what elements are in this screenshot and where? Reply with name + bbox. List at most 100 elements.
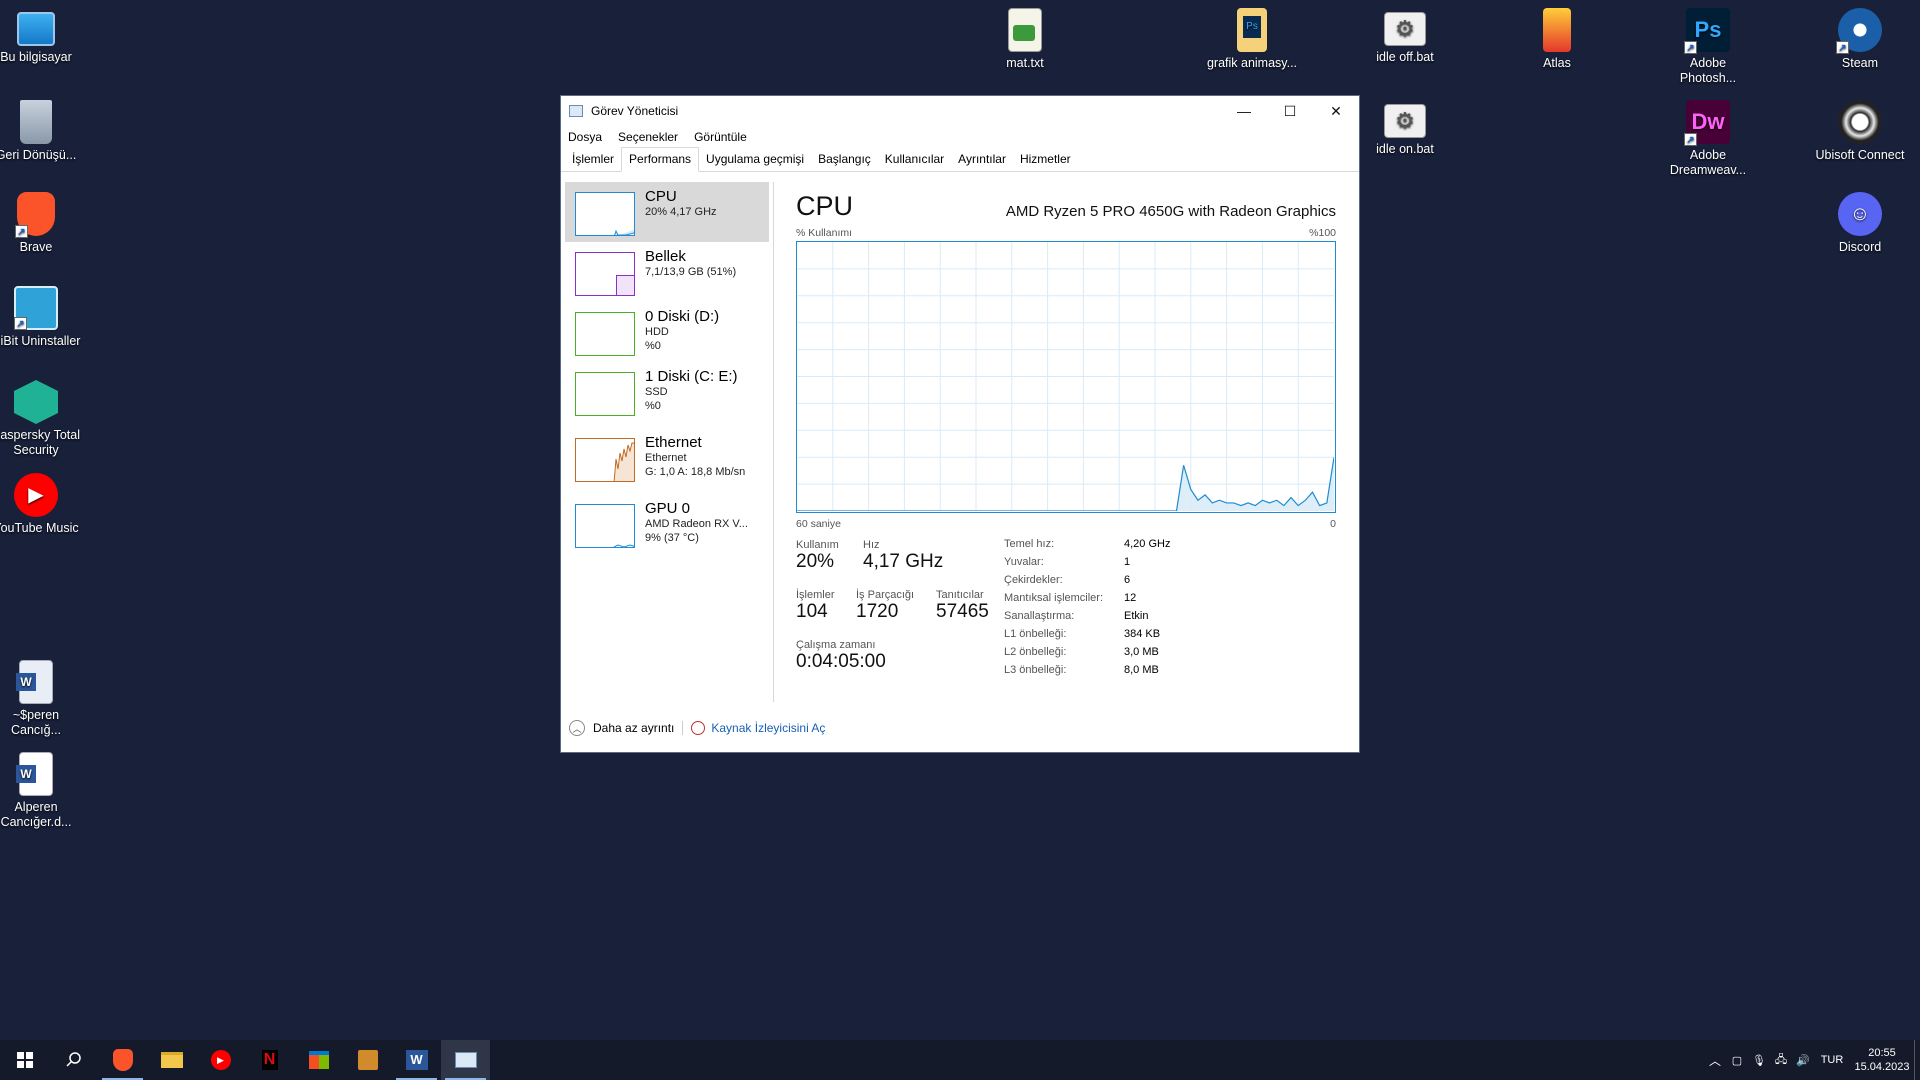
chevron-up-icon[interactable]: ︿ [1704,1052,1726,1069]
sidebar-memory-detail: 7,1/13,9 GB (51%) [645,266,737,278]
tab-app-history[interactable]: Uygulama geçmişi [699,148,811,171]
clock-date: 15.04.2023 [1854,1061,1910,1073]
tab-details[interactable]: Ayrıntılar [951,148,1013,171]
language-indicator[interactable]: TUR [1814,1054,1850,1066]
desktop-icon-discord[interactable]: ☺ Discord [1814,192,1906,255]
stat-speed-label: Hız [863,539,880,551]
ethernet-thumbnail-graph [575,438,635,482]
network-icon[interactable]: 🖧 [1770,1051,1792,1070]
usage-max-label: %100 [1309,227,1336,239]
menu-view[interactable]: Görüntüle [694,130,747,144]
sidebar-item-memory[interactable]: Bellek 7,1/13,9 GB (51%) [565,242,769,302]
photoshop-icon: Ps ↗ [1684,8,1730,54]
stat-threads-value: 1720 [856,601,899,622]
desktop-icon-mat-txt[interactable]: mat.txt [979,8,1071,71]
discord-icon: ☺ [1838,192,1882,236]
taskbar-store[interactable] [294,1040,343,1080]
desktop-icon-brave[interactable]: ↗ Brave [0,192,82,255]
footer-divider [682,721,684,735]
taskbar-word[interactable]: W [392,1040,441,1080]
taskbar-counter-strike[interactable] [343,1040,392,1080]
gpu-thumbnail-line [613,544,634,547]
sidebar-memory-name: Bellek [645,248,686,265]
prop-l3-label: L3 önbelleği: [1004,664,1067,676]
show-desktop-button[interactable] [1914,1040,1920,1080]
stat-processes-value: 104 [796,601,828,622]
chevron-up-icon[interactable]: ︿ [569,720,585,736]
word-document-icon: W [16,660,53,704]
prop-logical-value: 12 [1124,592,1137,604]
brave-icon [112,1049,133,1071]
start-button[interactable] [0,1040,49,1080]
taskbar-youtube-music[interactable]: ▶ [196,1040,245,1080]
disk1-thumbnail-graph [575,372,635,416]
search-button[interactable] [49,1040,98,1080]
stat-usage-value: 20% [796,551,835,572]
desktop-icon-word-temp[interactable]: W ~$peren Cancığ... [0,660,82,738]
cpu-properties: Temel hız: 4,20 GHz Yuvalar: 1 Çekirdekler… [1004,538,1304,682]
desktop-icon-recycle-bin[interactable]: Geri Dönüşü... [0,100,82,163]
stat-threads-label: İş Parçacığı [856,589,915,601]
task-manager-window[interactable]: Görev Yöneticisi — ☐ ✕ Dosya Seçenekler … [560,95,1360,753]
desktop-icon-this-pc[interactable]: Bu bilgisayar [0,8,82,65]
stat-uptime-label: Çalışma zamanı [796,639,876,651]
minimize-button[interactable]: — [1221,96,1267,126]
desktop-icon-kaspersky[interactable]: Kaspersky Total Security [0,380,82,458]
desktop-icon-steam[interactable]: ↗ Steam [1814,8,1906,71]
disk0-thumbnail-graph [575,312,635,356]
tab-startup[interactable]: Başlangıç [811,148,878,171]
desktop-icon-dreamweaver[interactable]: Dw ↗ Adobe Dreamweav... [1662,100,1754,178]
tab-performance[interactable]: Performans [621,147,700,172]
desktop-icon-idle-off[interactable]: ⚙ idle off.bat [1359,8,1451,65]
sidebar-gpu-usage: 9% (37 °C) [645,532,699,544]
desktop-icon-atlas[interactable]: Atlas [1511,8,1603,71]
taskbar-brave[interactable] [98,1040,147,1080]
menu-options[interactable]: Seçenekler [618,130,678,144]
word-icon: W [405,1050,428,1070]
taskbar-task-manager[interactable] [441,1040,490,1080]
sidebar-item-disk0[interactable]: 0 Diski (D:) HDD %0 [565,302,769,362]
tab-services[interactable]: Hizmetler [1013,148,1078,171]
ethernet-thumbnail-line [613,442,634,481]
desktop-icon-grafik[interactable]: Ps grafik animasy... [1206,8,1298,71]
close-button[interactable]: ✕ [1313,96,1359,126]
sidebar-item-disk1[interactable]: 1 Diski (C: E:) SSD %0 [565,362,769,428]
desktop-icon-word-doc[interactable]: W Alperen Cancığer.d... [0,752,82,830]
stat-handles-value: 57465 [936,601,989,622]
desktop-icon-label: Adobe Dreamweav... [1669,148,1747,177]
desktop-icon-label: idle on.bat [1376,142,1434,156]
taskbar-file-explorer[interactable] [147,1040,196,1080]
sidebar-item-gpu[interactable]: GPU 0 AMD Radeon RX V... 9% (37 °C) [565,494,769,554]
stat-usage: Kullanım 20% [796,539,839,573]
desktop-icon-hibit[interactable]: ↗ HiBit Uninstaller [0,286,82,349]
open-resource-monitor-link[interactable]: Kaynak İzleyicisini Aç [711,721,825,735]
sidebar-item-ethernet[interactable]: Ethernet Ethernet G: 1,0 A: 18,8 Mb/sn [565,428,769,494]
desktop-icon-ubisoft[interactable]: Ubisoft Connect [1814,100,1906,163]
photoshop-file-icon: Ps [1237,8,1267,52]
title-bar[interactable]: Görev Yöneticisi — ☐ ✕ [561,96,1359,126]
sidebar-ethernet-throughput: G: 1,0 A: 18,8 Mb/sn [645,466,746,478]
menu-file[interactable]: Dosya [568,130,602,144]
clock[interactable]: 20:55 15.04.2023 [1850,1046,1914,1074]
prop-base-speed-value: 4,20 GHz [1124,538,1171,550]
prop-logical-label: Mantıksal işlemciler: [1004,592,1104,604]
time-axis-zero-label: 0 [1330,518,1336,530]
desktop-icon-youtube-music[interactable]: ▶ YouTube Music [0,473,82,536]
desktop-icon-label: Kaspersky Total Security [0,428,80,457]
notification-area-icon[interactable]: ▢ [1726,1054,1748,1067]
desktop-icon-label: idle off.bat [1376,50,1434,64]
desktop-icon-idle-on[interactable]: ⚙ idle on.bat [1359,100,1451,157]
maximize-button[interactable]: ☐ [1267,96,1313,126]
window-title: Görev Yöneticisi [591,104,679,118]
tab-processes[interactable]: İşlemler [565,148,621,171]
desktop-icon-label: Discord [1838,240,1882,254]
fewer-details-button[interactable]: Daha az ayrıntı [593,721,674,735]
sidebar-ethernet-name: Ethernet [645,434,702,451]
sidebar-cpu-name: CPU [645,188,677,205]
tab-users[interactable]: Kullanıcılar [878,148,951,171]
sidebar-item-cpu[interactable]: CPU 20% 4,17 GHz [565,182,769,242]
microphone-icon[interactable]: 🎙 [1748,1054,1770,1067]
volume-icon[interactable]: 🔊 [1792,1054,1814,1067]
taskbar-netflix[interactable]: N [245,1040,294,1080]
desktop-icon-photoshop[interactable]: Ps ↗ Adobe Photosh... [1662,8,1754,86]
